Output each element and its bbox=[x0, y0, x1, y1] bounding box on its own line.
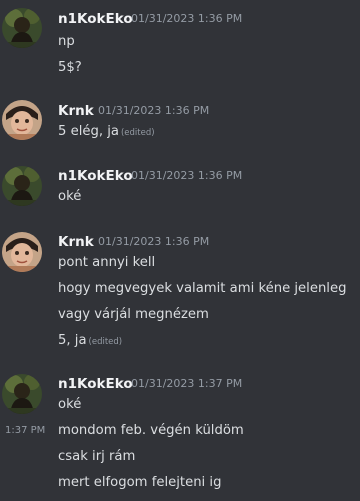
avatar[interactable] bbox=[2, 166, 42, 206]
message-line: oké bbox=[58, 189, 82, 204]
avatar[interactable] bbox=[2, 100, 42, 140]
avatar[interactable] bbox=[2, 232, 42, 272]
avatar[interactable] bbox=[2, 374, 42, 414]
message-line: oké bbox=[58, 397, 82, 412]
message-line: hogy megvegyek valamit ami kéne jelenleg bbox=[58, 281, 347, 296]
message-line: csak irj rám bbox=[58, 449, 136, 464]
edited-tag: (edited) bbox=[120, 128, 155, 138]
message-timestamp: 01/31/2023 1:36 PM bbox=[131, 12, 243, 25]
avatar[interactable] bbox=[2, 8, 42, 48]
message-line: pont annyi kell bbox=[58, 255, 156, 270]
username[interactable]: n1KokEko bbox=[58, 168, 133, 184]
message-line: 5, ja (edited) bbox=[58, 333, 123, 348]
chat-messages: n1KokEko 01/31/2023 1:36 PM np 5$? Krnk … bbox=[0, 0, 360, 501]
message-line: np bbox=[58, 34, 75, 49]
message-line: vagy várjál megnézem bbox=[58, 307, 209, 322]
username[interactable]: Krnk bbox=[58, 234, 94, 250]
message-timestamp: 01/31/2023 1:36 PM bbox=[98, 235, 210, 248]
hover-timestamp: 1:37 PM bbox=[5, 425, 46, 436]
message-timestamp: 01/31/2023 1:36 PM bbox=[98, 104, 210, 117]
message-timestamp: 01/31/2023 1:36 PM bbox=[131, 169, 243, 182]
username[interactable]: n1KokEko bbox=[58, 11, 133, 27]
edited-tag: (edited) bbox=[88, 337, 123, 347]
username[interactable]: Krnk bbox=[58, 103, 94, 119]
message-line: mert elfogom felejteni ig bbox=[58, 475, 222, 490]
message-line: 5 elég, ja (edited) bbox=[58, 124, 155, 139]
message-line: 5$? bbox=[58, 60, 82, 75]
message-line: mondom feb. végén küldöm bbox=[58, 423, 244, 438]
message-timestamp: 01/31/2023 1:37 PM bbox=[131, 377, 243, 390]
username[interactable]: n1KokEko bbox=[58, 376, 133, 392]
